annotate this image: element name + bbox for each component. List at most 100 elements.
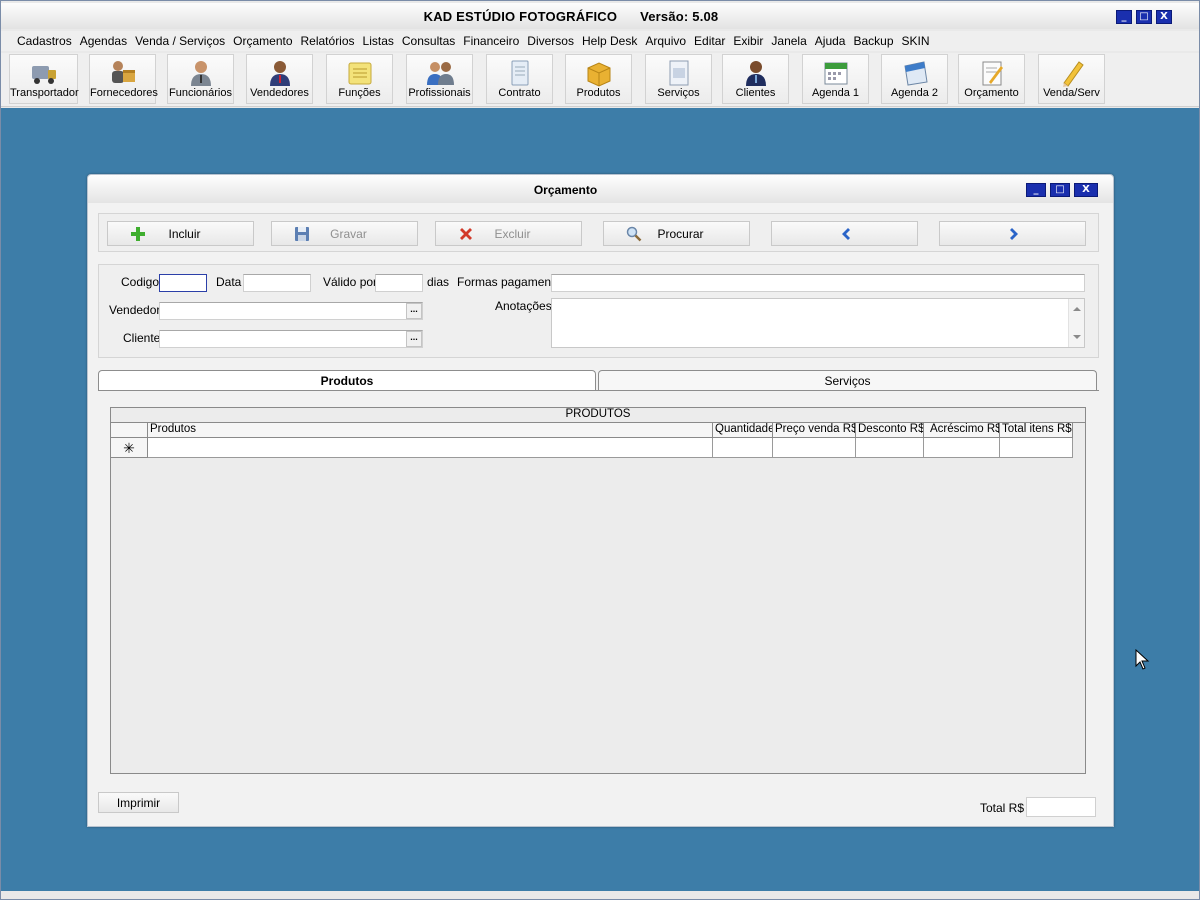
calendar-icon	[824, 62, 847, 85]
toolbar-orcamento-button[interactable]: Orçamento	[958, 54, 1025, 104]
calendar-2-icon	[903, 61, 928, 86]
gravar-button[interactable]: Gravar	[271, 221, 418, 246]
grid-cell-desconto[interactable]	[856, 438, 924, 458]
valido-por-input[interactable]	[375, 274, 423, 292]
menu-janela[interactable]: Janela	[767, 31, 810, 51]
formas-pagamento-input[interactable]	[551, 274, 1085, 292]
tab-produtos[interactable]: Produtos	[98, 370, 596, 390]
grid-cell-produto[interactable]	[148, 438, 713, 458]
codigo-input[interactable]	[159, 274, 207, 292]
menu-backup[interactable]: Backup	[849, 31, 897, 51]
column-header-quantidade[interactable]: Quantidade	[713, 423, 773, 438]
anotacoes-textarea[interactable]	[551, 298, 1085, 348]
procurar-button[interactable]: Procurar	[603, 221, 750, 246]
toolbar-label: Produtos	[576, 87, 621, 99]
column-header-acrescimo[interactable]: Acréscimo R$	[924, 423, 1000, 438]
codigo-label: Codigo	[121, 275, 160, 289]
suppliers-icon	[111, 61, 135, 83]
menu-arquivo[interactable]: Arquivo	[641, 31, 690, 51]
menu-help-desk[interactable]: Help Desk	[578, 31, 641, 51]
menu-orcamento[interactable]: Orçamento	[229, 31, 296, 51]
scroll-up-arrow-icon[interactable]	[1073, 307, 1081, 311]
menu-ajuda[interactable]: Ajuda	[811, 31, 850, 51]
next-record-button[interactable]	[939, 221, 1086, 246]
vendedor-lookup-button[interactable]: ...	[406, 303, 422, 319]
menu-relatorios[interactable]: Relatórios	[297, 31, 359, 51]
vendedor-input[interactable]	[159, 302, 423, 320]
grid-cell-preco-venda[interactable]	[773, 438, 856, 458]
menu-consultas[interactable]: Consultas	[398, 31, 459, 51]
toolbar-profissionais-button[interactable]: Profissionais	[406, 54, 473, 104]
action-bar: Incluir Gravar Excluir Procurar	[98, 213, 1099, 252]
cliente-label: Cliente	[123, 331, 161, 345]
toolbar-contrato-button[interactable]: Contrato	[486, 54, 553, 104]
client-icon	[745, 61, 766, 86]
menu-skin[interactable]: SKIN	[898, 31, 934, 51]
column-header-preco-venda[interactable]: Preço venda R$	[773, 423, 856, 438]
notepad-icon	[348, 62, 371, 85]
toolbar-label: Clientes	[735, 87, 776, 99]
toolbar-label: Profissionais	[408, 87, 471, 99]
grid-row-header-corner	[111, 423, 148, 438]
toolbar-vendedores-button[interactable]: Vendedores	[246, 54, 313, 104]
cliente-lookup-button[interactable]: ...	[406, 331, 422, 347]
minimize-button[interactable]: _	[1116, 10, 1132, 24]
chevron-left-icon	[842, 228, 850, 240]
toolbar-agenda-1-button[interactable]: Agenda 1	[802, 54, 869, 104]
salesperson-icon	[269, 61, 290, 86]
menu-venda-servicos[interactable]: Venda / Serviços	[131, 31, 229, 51]
maximize-button[interactable]: □	[1136, 10, 1152, 24]
produtos-tab-panel: PRODUTOS Produtos Quantidade Preço venda…	[98, 390, 1099, 785]
dias-label: dias	[427, 275, 450, 289]
previous-record-button[interactable]	[771, 221, 918, 246]
menu-cadastros[interactable]: Cadastros	[13, 31, 76, 51]
menu-listas[interactable]: Listas	[359, 31, 398, 51]
menu-agendas[interactable]: Agendas	[76, 31, 131, 51]
column-header-produtos[interactable]: Produtos	[148, 423, 713, 438]
toolbar-produtos-button[interactable]: Produtos	[565, 54, 632, 104]
imprimir-button[interactable]: Imprimir	[98, 792, 179, 813]
grid-cell-total-itens[interactable]	[1000, 438, 1073, 458]
scroll-down-arrow-icon[interactable]	[1073, 335, 1081, 339]
dialog-close-button[interactable]: X	[1074, 183, 1098, 197]
cliente-input[interactable]	[159, 330, 423, 348]
close-button[interactable]: X	[1156, 10, 1172, 24]
toolbar-label: Serviços	[657, 87, 700, 99]
menu-diversos[interactable]: Diversos	[523, 31, 578, 51]
toolbar-label: Fornecedores	[90, 87, 158, 99]
toolbar-transportador-button[interactable]: Transportador	[9, 54, 79, 104]
toolbar-label: Funcionários	[169, 87, 232, 99]
new-row-indicator: ✳	[111, 438, 148, 458]
toolbar-funcionarios-button[interactable]: Funcionários	[167, 54, 234, 104]
data-label: Data	[216, 275, 242, 289]
toolbar-clientes-button[interactable]: Clientes	[722, 54, 789, 104]
toolbar-venda-serv-button[interactable]: Venda/Serv	[1038, 54, 1105, 104]
menu-editar[interactable]: Editar	[690, 31, 729, 51]
orcamento-title: Orçamento	[533, 183, 598, 197]
excluir-button[interactable]: Excluir	[435, 221, 582, 246]
column-header-total-itens[interactable]: Total itens R$	[1000, 423, 1073, 438]
toolbar-agenda-2-button[interactable]: Agenda 2	[881, 54, 948, 104]
grid-cell-quantidade[interactable]	[713, 438, 773, 458]
toolbar-servicos-button[interactable]: Serviços	[645, 54, 712, 104]
contract-icon	[511, 60, 528, 86]
app-name: KAD ESTÚDIO FOTOGRÁFICO	[423, 9, 618, 24]
column-header-desconto[interactable]: Desconto R$	[856, 423, 924, 438]
quote-icon	[982, 61, 1003, 86]
menu-financeiro[interactable]: Financeiro	[459, 31, 523, 51]
data-input[interactable]	[243, 274, 311, 292]
incluir-button[interactable]: Incluir	[107, 221, 254, 246]
produtos-grid[interactable]: PRODUTOS Produtos Quantidade Preço venda…	[110, 407, 1086, 774]
menu-exibir[interactable]: Exibir	[729, 31, 767, 51]
orcamento-form: Codigo Data Válido por dias Formas pagam…	[98, 264, 1099, 358]
tab-servicos[interactable]: Serviços	[598, 370, 1097, 390]
grid-cell-acrescimo[interactable]	[924, 438, 1000, 458]
toolbar-fornecedores-button[interactable]: Fornecedores	[89, 54, 158, 104]
anotacoes-scrollbar[interactable]	[1068, 299, 1084, 347]
dialog-minimize-button[interactable]: _	[1026, 183, 1046, 197]
toolbar-label: Agenda 2	[890, 87, 939, 99]
toolbar-funcoes-button[interactable]: Funções	[326, 54, 393, 104]
window-controls: _ □ X	[1116, 10, 1172, 24]
dialog-maximize-button[interactable]: □	[1050, 183, 1070, 197]
anotacoes-label: Anotações	[495, 299, 552, 313]
